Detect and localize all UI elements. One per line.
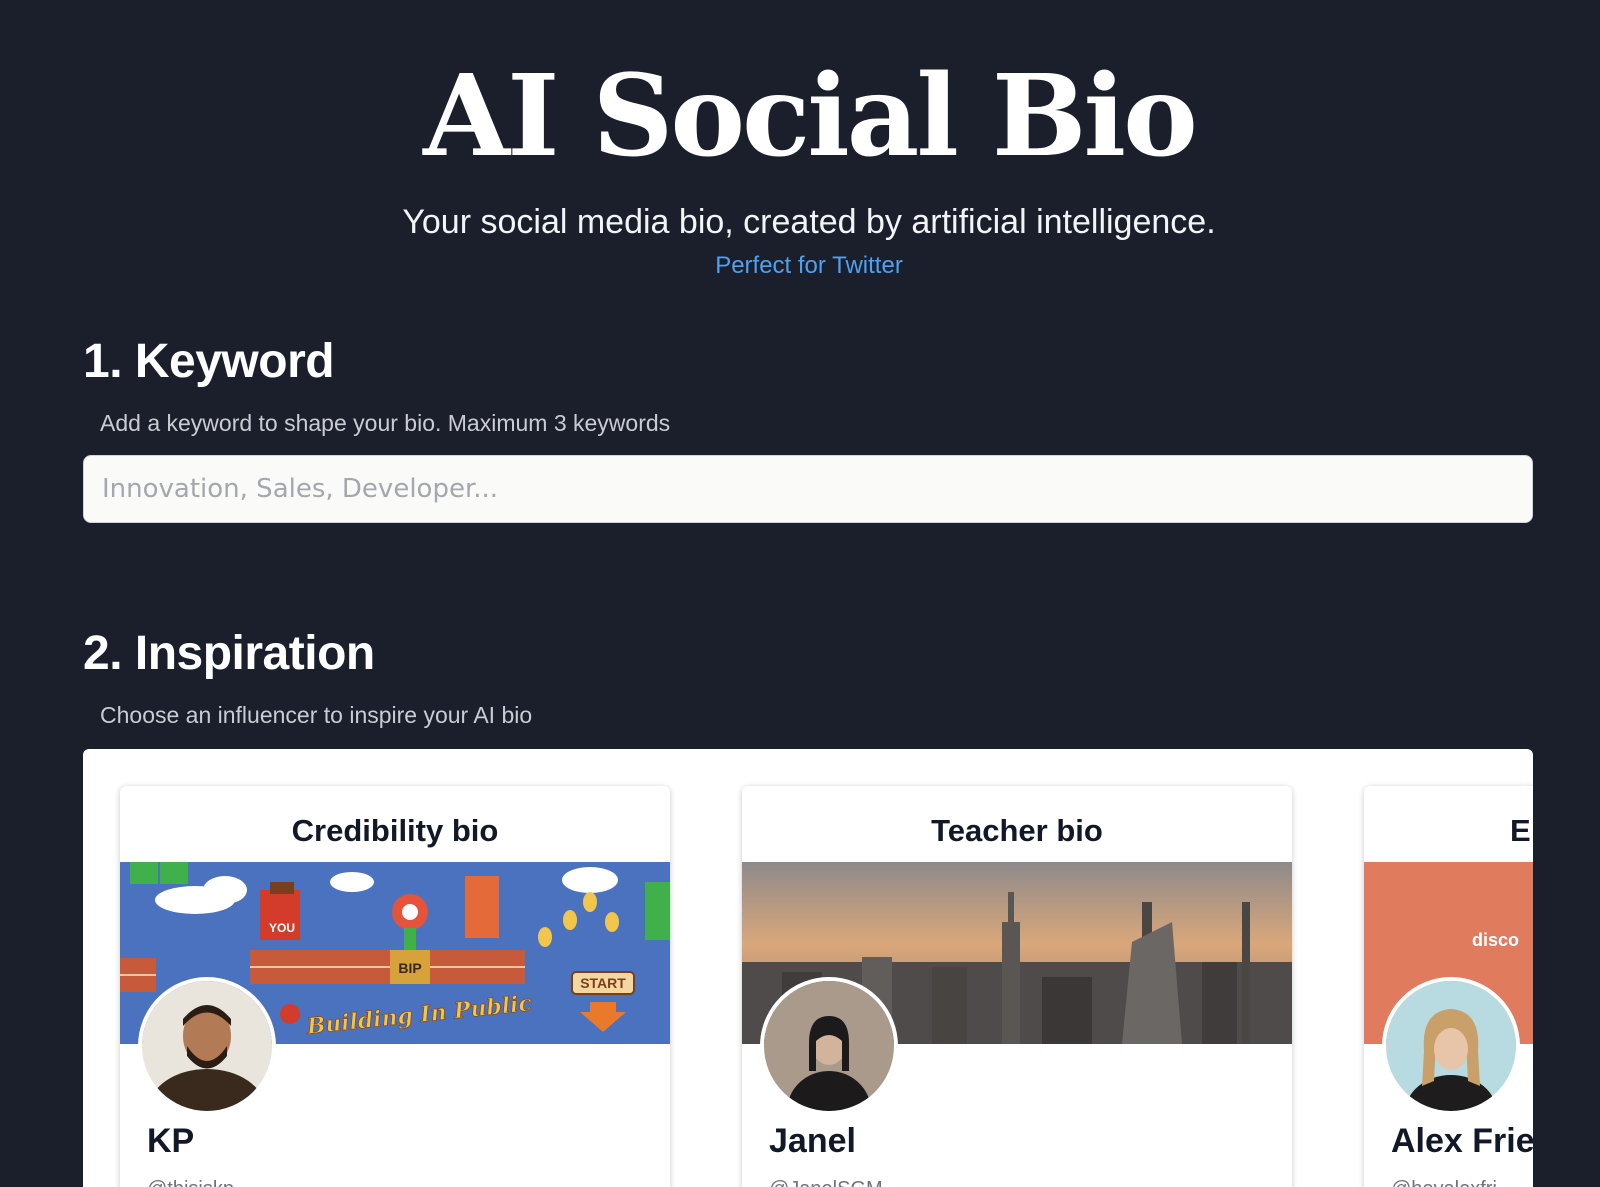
influencer-card-teacher[interactable]: Teacher bio Janel [742,786,1292,1187]
influencer-name: KP [147,1122,195,1160]
card-title: E [1510,813,1531,848]
keyword-section-hint: Add a keyword to shape your bio. Maximum… [100,410,671,436]
avatar [760,977,898,1115]
influencer-carousel[interactable]: Credibility bio BIP YOU START Building I… [83,749,1533,1187]
influencer-name: Alex Frie [1391,1122,1533,1160]
banner-disco-text: disco [1472,930,1519,950]
page: AI Social Bio Your social media bio, cre… [0,0,1600,1187]
influencer-handle: @thisiskp_ [147,1178,245,1187]
card-title: Credibility bio [291,813,499,848]
influencer-handle: @JanelSGM [769,1178,883,1187]
banner-you-text: YOU [269,921,295,935]
page-subtitle: Your social media bio, created by artifi… [402,203,1216,241]
avatar [138,977,276,1115]
banner-start-text: START [580,975,626,991]
perfect-for-twitter-link[interactable]: Perfect for Twitter [0,250,1600,282]
banner-bip-text: BIP [398,960,421,976]
card-title: Teacher bio [931,813,1103,848]
keyword-input[interactable] [83,455,1533,523]
inspiration-section-title: 2. Inspiration [83,627,375,680]
influencer-card-third[interactable]: E disco Alex Frie @heyalexfri [1364,786,1533,1187]
keyword-section-title: 1. Keyword [83,335,335,388]
avatar [1382,977,1520,1115]
inspiration-section-hint: Choose an influencer to inspire your AI … [100,702,533,728]
influencer-card-credibility[interactable]: Credibility bio BIP YOU START Building I… [120,786,670,1187]
page-title: AI Social Bio [423,51,1198,182]
influencer-handle: @heyalexfri [1391,1178,1497,1187]
influencer-name: Janel [769,1122,856,1160]
